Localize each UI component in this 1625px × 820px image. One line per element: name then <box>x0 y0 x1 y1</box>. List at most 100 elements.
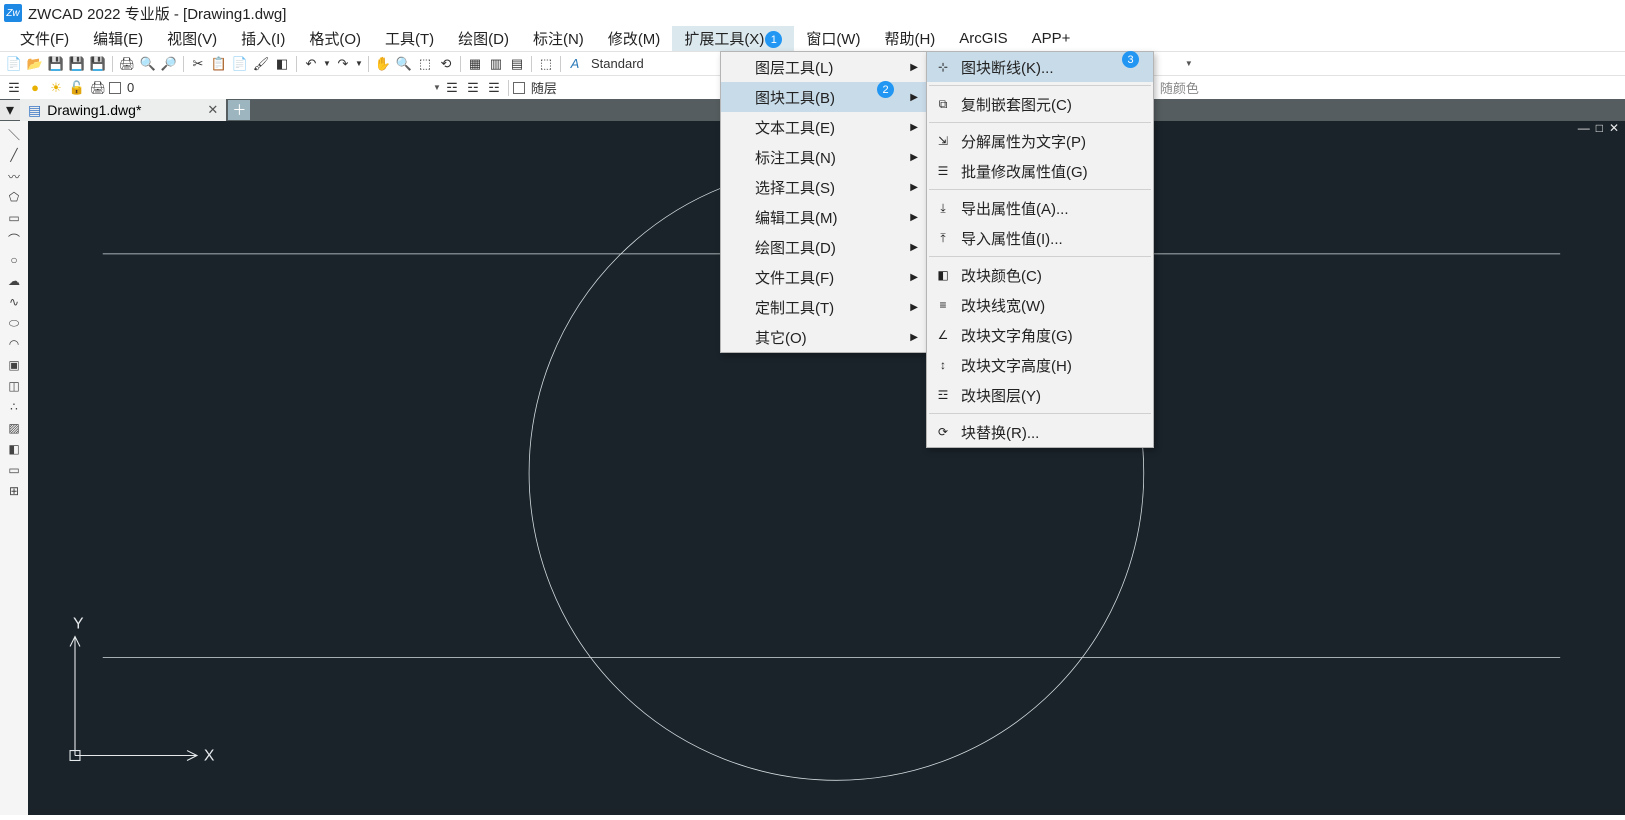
table-icon[interactable]: ⊞ <box>5 482 23 500</box>
line-icon[interactable]: ＼ <box>5 125 23 143</box>
close-icon[interactable]: ✕ <box>207 102 218 118</box>
color-dropdown[interactable]: 随层 <box>526 77 676 98</box>
undo-icon[interactable]: ↶ <box>301 54 321 74</box>
block-icon[interactable]: ▣ <box>5 356 23 374</box>
menu-format[interactable]: 格式(O) <box>297 26 373 51</box>
submenu-export-attr[interactable]: ⤓导出属性值(A)... <box>927 193 1153 223</box>
menu-arcgis[interactable]: ArcGIS <box>947 28 1019 49</box>
chevron-down-icon[interactable]: ▼ <box>1185 59 1193 68</box>
open-icon[interactable]: 📂 <box>25 54 45 74</box>
menu-block-tools[interactable]: 图块工具(B)2▶ <box>721 82 926 112</box>
xline-icon[interactable]: ╱ <box>5 146 23 164</box>
layer-mgr-icon[interactable]: ☲ <box>4 78 24 98</box>
submenu-change-layer[interactable]: ☲改块图层(Y) <box>927 380 1153 410</box>
submenu-explode-attr[interactable]: ⇲分解属性为文字(P) <box>927 126 1153 156</box>
arc-icon[interactable]: ⌒ <box>5 230 23 248</box>
menu-dim[interactable]: 标注(N) <box>521 26 596 51</box>
menu-edit[interactable]: 编辑(E) <box>81 26 155 51</box>
brush-icon[interactable]: 🖌 <box>251 54 271 74</box>
document-tab[interactable]: ▤ Drawing1.dwg* ✕ <box>20 99 226 121</box>
print-layer-icon[interactable]: 🖨 <box>88 78 108 98</box>
menu-app[interactable]: APP+ <box>1020 28 1083 49</box>
menu-insert[interactable]: 插入(I) <box>229 26 297 51</box>
chevron-down-icon[interactable]: ▼ <box>433 83 441 92</box>
menu-layer-tools[interactable]: 图层工具(L)▶ <box>721 52 926 82</box>
make-block-icon[interactable]: ◫ <box>5 377 23 395</box>
bycolor-dropdown[interactable]: 随颜色 <box>1155 77 1235 98</box>
point-icon[interactable]: ∴ <box>5 398 23 416</box>
zoom-rt-icon[interactable]: 🔍 <box>394 54 414 74</box>
submenu-change-angle[interactable]: ∠改块文字角度(G) <box>927 320 1153 350</box>
redo-drop-icon[interactable]: ▼ <box>354 54 364 74</box>
zoom-win-icon[interactable]: ⬚ <box>415 54 435 74</box>
bulb-on-icon[interactable]: ● <box>25 78 45 98</box>
undo-drop-icon[interactable]: ▼ <box>322 54 332 74</box>
menu-modify[interactable]: 修改(M) <box>596 26 673 51</box>
save-icon[interactable]: 💾 <box>46 54 66 74</box>
submenu-batch-attr[interactable]: ☰批量修改属性值(G) <box>927 156 1153 186</box>
props-icon[interactable]: ▦ <box>465 54 485 74</box>
submenu-replace[interactable]: ⟳块替换(R)... <box>927 417 1153 447</box>
spline-icon[interactable]: ∿ <box>5 293 23 311</box>
menu-ext-tools[interactable]: 扩展工具(X)1 <box>672 26 794 52</box>
layer-walk-icon[interactable]: ☲ <box>463 78 483 98</box>
new-icon[interactable]: 📄 <box>4 54 24 74</box>
match-icon[interactable]: ◧ <box>272 54 292 74</box>
submenu-change-color[interactable]: ◧改块颜色(C) <box>927 260 1153 290</box>
unlock-icon[interactable]: 🔓 <box>67 78 87 98</box>
submenu-change-lw[interactable]: ≡改块线宽(W) <box>927 290 1153 320</box>
menu-select-tools[interactable]: 选择工具(S)▶ <box>721 172 926 202</box>
menu-edit-tools[interactable]: 编辑工具(M)▶ <box>721 202 926 232</box>
circle-icon[interactable]: ○ <box>5 251 23 269</box>
cut-icon[interactable]: ✂ <box>188 54 208 74</box>
paste-icon[interactable]: 📄 <box>230 54 250 74</box>
gradient-icon[interactable]: ◧ <box>5 440 23 458</box>
saveall-icon[interactable]: 💾 <box>67 54 87 74</box>
menu-other-tools[interactable]: 其它(O)▶ <box>721 322 926 352</box>
submenu-copy-nested[interactable]: ⧉复制嵌套图元(C) <box>927 89 1153 119</box>
print-icon[interactable]: 🖨 <box>117 54 137 74</box>
plot-preview-icon[interactable]: 🔍 <box>138 54 158 74</box>
revcloud-icon[interactable]: ☁ <box>5 272 23 290</box>
hatch-icon[interactable]: ▨ <box>5 419 23 437</box>
menu-text-tools[interactable]: 文本工具(E)▶ <box>721 112 926 142</box>
ellipse-arc-icon[interactable]: ◠ <box>5 335 23 353</box>
pan-icon[interactable]: ✋ <box>373 54 393 74</box>
menu-dim-tools[interactable]: 标注工具(N)▶ <box>721 142 926 172</box>
menu-tools[interactable]: 工具(T) <box>373 26 446 51</box>
menu-window[interactable]: 窗口(W) <box>794 26 872 51</box>
new-tab-button[interactable]: ＋ <box>228 100 250 120</box>
menu-draw-tools[interactable]: 绘图工具(D)▶ <box>721 232 926 262</box>
polyline-icon[interactable]: 〰 <box>5 167 23 185</box>
rect-icon[interactable]: ▭ <box>5 209 23 227</box>
menu-help[interactable]: 帮助(H) <box>872 26 947 51</box>
saveas-icon[interactable]: 💾 <box>88 54 108 74</box>
zoom-prev-icon[interactable]: ⟲ <box>436 54 456 74</box>
layer-prev-icon[interactable]: ☲ <box>442 78 462 98</box>
menu-view[interactable]: 视图(V) <box>155 26 229 51</box>
sun-icon[interactable]: ☀ <box>46 78 66 98</box>
text-style-icon[interactable]: A <box>565 54 585 74</box>
submenu-block-break[interactable]: ⊹图块断线(K)...3 <box>927 52 1153 82</box>
layer-dropdown[interactable]: 0 <box>122 79 432 96</box>
close-viewport-icon[interactable]: ✕ <box>1609 121 1619 139</box>
region-icon[interactable]: ▭ <box>5 461 23 479</box>
minimize-icon[interactable]: — <box>1578 121 1590 139</box>
maximize-icon[interactable]: □ <box>1596 121 1603 139</box>
submenu-import-attr[interactable]: ⤒导入属性值(I)... <box>927 223 1153 253</box>
menu-file[interactable]: 文件(F) <box>8 26 81 51</box>
redo-icon[interactable]: ↷ <box>333 54 353 74</box>
tab-menu-icon[interactable]: ▾ <box>0 100 20 120</box>
toolpal-icon[interactable]: ▤ <box>507 54 527 74</box>
menu-file-tools[interactable]: 文件工具(F)▶ <box>721 262 926 292</box>
dc-icon[interactable]: ▥ <box>486 54 506 74</box>
ellipse-icon[interactable]: ⬭ <box>5 314 23 332</box>
calc-icon[interactable]: ⬚ <box>536 54 556 74</box>
polygon-icon[interactable]: ⬠ <box>5 188 23 206</box>
submenu-change-height[interactable]: ↕改块文字高度(H) <box>927 350 1153 380</box>
copy-icon[interactable]: 📋 <box>209 54 229 74</box>
menu-draw[interactable]: 绘图(D) <box>446 26 521 51</box>
layer-iso-icon[interactable]: ☲ <box>484 78 504 98</box>
find-icon[interactable]: 🔎 <box>159 54 179 74</box>
menu-custom-tools[interactable]: 定制工具(T)▶ <box>721 292 926 322</box>
